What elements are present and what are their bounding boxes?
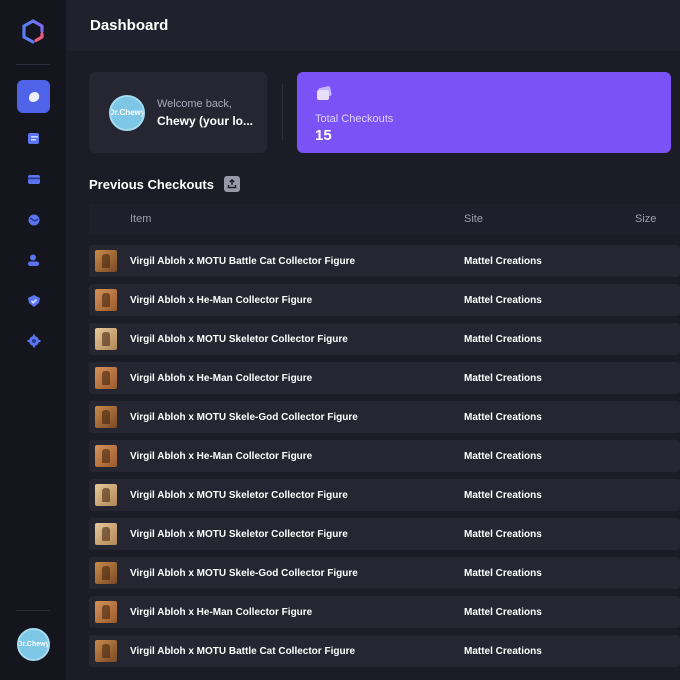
app-logo-icon[interactable]	[20, 19, 46, 45]
sidebar-item-accounts[interactable]	[17, 243, 50, 276]
checkouts-table-body: Virgil Abloh x MOTU Battle Cat Collector…	[89, 245, 680, 674]
table-row[interactable]: Virgil Abloh x MOTU Skeletor Collector F…	[89, 479, 680, 511]
sidebar-item-checkouts[interactable]	[17, 284, 50, 317]
row-item-name: Virgil Abloh x He-Man Collector Figure	[130, 450, 313, 462]
product-thumbnail	[95, 562, 117, 584]
sidebar-item-settings[interactable]	[17, 324, 50, 357]
row-site: Mattel Creations	[464, 645, 542, 657]
table-row[interactable]: Virgil Abloh x MOTU Skeletor Collector F…	[89, 518, 680, 550]
export-button[interactable]	[224, 176, 240, 192]
welcome-avatar: Dr.Chewy	[109, 94, 145, 131]
welcome-text: Welcome back, Chewy (your lo...	[157, 98, 267, 128]
shield-check-icon	[27, 294, 40, 307]
product-thumbnail	[95, 250, 117, 272]
previous-checkouts-header: Previous Checkouts	[89, 176, 240, 192]
card-icon	[27, 174, 40, 184]
row-site: Mattel Creations	[464, 528, 542, 540]
row-site: Mattel Creations	[464, 606, 542, 618]
product-thumbnail	[95, 289, 117, 311]
top-bar: Dashboard	[67, 0, 680, 51]
row-item-name: Virgil Abloh x He-Man Collector Figure	[130, 294, 313, 306]
row-item-name: Virgil Abloh x MOTU Skeletor Collector F…	[130, 489, 348, 501]
row-item-name: Virgil Abloh x MOTU Skeletor Collector F…	[130, 528, 348, 540]
welcome-card: Dr.Chewy Welcome back, Chewy (your lo...	[89, 72, 267, 153]
welcome-label: Welcome back,	[157, 97, 232, 110]
column-header-size[interactable]: Size	[635, 213, 656, 225]
table-row[interactable]: Virgil Abloh x MOTU Skele-God Collector …	[89, 401, 680, 433]
total-checkouts-card: Total Checkouts 15	[297, 72, 671, 153]
product-thumbnail	[95, 523, 117, 545]
card-divider	[282, 84, 283, 140]
total-checkouts-value: 15	[315, 127, 332, 144]
row-item-name: Virgil Abloh x He-Man Collector Figure	[130, 606, 313, 618]
upload-icon	[227, 179, 237, 189]
total-checkouts-label: Total Checkouts	[315, 113, 394, 125]
tasks-icon	[27, 132, 39, 144]
sidebar-item-profiles[interactable]	[17, 162, 50, 195]
sidebar-item-proxies[interactable]	[17, 203, 50, 236]
table-row[interactable]: Virgil Abloh x MOTU Battle Cat Collector…	[89, 635, 680, 667]
sidebar-item-dashboard[interactable]	[17, 80, 50, 113]
table-row[interactable]: Virgil Abloh x MOTU Skeletor Collector F…	[89, 323, 680, 355]
row-site: Mattel Creations	[464, 372, 542, 384]
figure-image	[102, 488, 110, 502]
app-window: Dr.Chewy Dashboard Dr.Chewy Welcome back…	[0, 0, 680, 680]
globe-icon	[28, 214, 39, 225]
sidebar-divider	[16, 64, 50, 65]
table-row[interactable]: Virgil Abloh x MOTU Skele-God Collector …	[89, 557, 680, 589]
product-thumbnail	[95, 367, 117, 389]
product-thumbnail	[95, 484, 117, 506]
table-header: Item Site Size	[89, 204, 680, 234]
column-header-item[interactable]: Item	[130, 213, 151, 225]
figure-image	[102, 371, 110, 385]
column-header-site[interactable]: Site	[464, 213, 483, 225]
figure-image	[102, 527, 110, 541]
table-row[interactable]: Virgil Abloh x He-Man Collector Figure Ma…	[89, 362, 680, 394]
avatar-text: Dr.Chewy	[17, 641, 50, 648]
section-title: Previous Checkouts	[89, 176, 214, 192]
product-thumbnail	[95, 640, 117, 662]
product-thumbnail	[95, 328, 117, 350]
product-thumbnail	[95, 601, 117, 623]
row-item-name: Virgil Abloh x MOTU Skele-God Collector …	[130, 411, 358, 423]
users-icon	[27, 254, 39, 266]
sidebar-divider	[16, 610, 50, 611]
figure-image	[102, 254, 110, 268]
row-item-name: Virgil Abloh x MOTU Battle Cat Collector…	[130, 255, 356, 267]
row-site: Mattel Creations	[464, 489, 542, 501]
welcome-username: Chewy (your lo...	[157, 113, 254, 128]
row-item-name: Virgil Abloh x He-Man Collector Figure	[130, 372, 313, 384]
sidebar: Dr.Chewy	[0, 0, 67, 680]
figure-image	[102, 293, 110, 307]
product-thumbnail	[95, 445, 117, 467]
row-site: Mattel Creations	[464, 567, 542, 579]
row-item-name: Virgil Abloh x MOTU Skele-God Collector …	[130, 567, 358, 579]
row-site: Mattel Creations	[464, 255, 542, 267]
row-site: Mattel Creations	[464, 333, 542, 345]
figure-image	[102, 332, 110, 346]
avatar-text: Dr.Chewy	[109, 108, 145, 117]
figure-image	[102, 644, 110, 658]
page-title: Dashboard	[90, 17, 169, 34]
cards-stack-icon	[317, 86, 332, 100]
figure-image	[102, 410, 110, 424]
table-row[interactable]: Virgil Abloh x He-Man Collector Figure Ma…	[89, 284, 680, 316]
figure-image	[102, 566, 110, 580]
table-row[interactable]: Virgil Abloh x MOTU Battle Cat Collector…	[89, 245, 680, 277]
figure-image	[102, 605, 110, 619]
figure-image	[102, 449, 110, 463]
row-site: Mattel Creations	[464, 411, 542, 423]
table-row[interactable]: Virgil Abloh x He-Man Collector Figure Ma…	[89, 440, 680, 472]
row-site: Mattel Creations	[464, 450, 542, 462]
sidebar-item-tasks[interactable]	[17, 121, 50, 154]
row-site: Mattel Creations	[464, 294, 542, 306]
row-item-name: Virgil Abloh x MOTU Skeletor Collector F…	[130, 333, 348, 345]
table-row[interactable]: Virgil Abloh x He-Man Collector Figure Ma…	[89, 596, 680, 628]
user-avatar[interactable]: Dr.Chewy	[17, 628, 50, 661]
gear-icon	[27, 334, 40, 347]
product-thumbnail	[95, 406, 117, 428]
dashboard-icon	[28, 91, 39, 102]
row-item-name: Virgil Abloh x MOTU Battle Cat Collector…	[130, 645, 356, 657]
main-content: Dashboard Dr.Chewy Welcome back, Chewy (…	[67, 0, 680, 680]
